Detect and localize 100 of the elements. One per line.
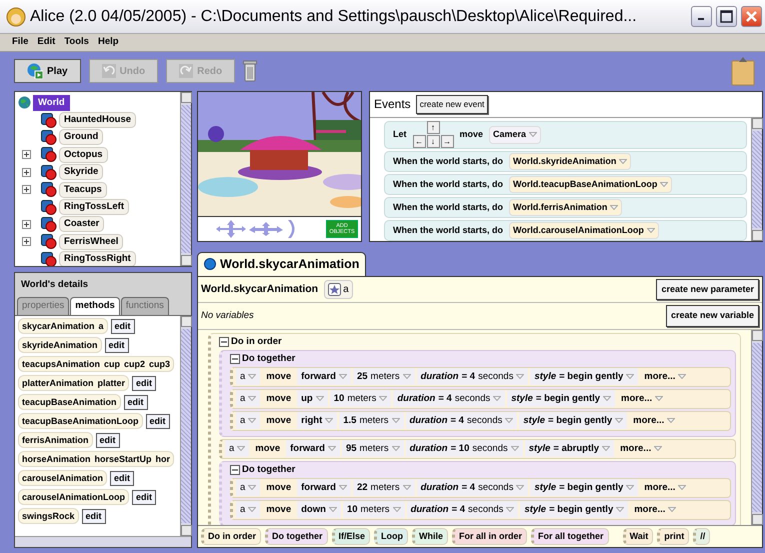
duration-dropdown[interactable]: duration = 4 seconds: [393, 390, 506, 408]
collapse-icon[interactable]: [230, 465, 240, 476]
event-row[interactable]: When the world starts, do World.skyrideAnimation: [384, 151, 747, 172]
arrow-key[interactable]: ↑: [426, 121, 440, 134]
arrow-key[interactable]: ←: [412, 135, 426, 148]
tree-item[interactable]: Ground: [59, 129, 104, 146]
expand-icon[interactable]: [22, 185, 31, 194]
method-dropdown[interactable]: World.carouselAnimationLoop: [509, 222, 659, 240]
edit-button[interactable]: edit: [124, 394, 148, 410]
parameter-tile[interactable]: a: [324, 280, 353, 299]
method-dropdown[interactable]: World.teacupBaseAnimationLoop: [509, 176, 672, 194]
edit-button[interactable]: edit: [132, 490, 156, 504]
direction-dropdown[interactable]: forward: [297, 479, 351, 496]
method-dropdown[interactable]: World.skyrideAnimation: [509, 152, 632, 170]
duration-dropdown[interactable]: duration = 4 seconds: [406, 501, 518, 518]
method-tile[interactable]: skycarAnimation a: [18, 318, 108, 334]
tree-item[interactable]: FerrisWheel: [59, 234, 124, 250]
menu-item[interactable]: Tools: [64, 35, 89, 50]
trash-icon[interactable]: [243, 60, 258, 82]
move-statement[interactable]: a move up 10 meters duration = 4 seconds style = begin gently more...: [230, 388, 731, 409]
tree-item[interactable]: RingTossRight: [59, 251, 136, 266]
event-row[interactable]: When the world starts, do World.carouselAnimationLoop: [384, 220, 747, 241]
method-tile[interactable]: teacupBaseAnimation: [18, 394, 121, 410]
style-dropdown[interactable]: style = begin gently: [507, 390, 616, 408]
event-row[interactable]: Let ↑ ← ↓ → move Camera: [384, 120, 747, 149]
direction-dropdown[interactable]: forward: [297, 368, 351, 386]
more-dropdown[interactable]: more...: [616, 440, 666, 458]
palette-tile[interactable]: If/Else: [332, 528, 370, 546]
event-row[interactable]: When the world starts, do World.teacupBaseAnimationLoop: [384, 174, 747, 195]
event-row[interactable]: When the world starts, do World.ferrisAnimation: [384, 197, 747, 218]
four-way-arrow-icon[interactable]: [216, 219, 246, 239]
method-tile[interactable]: carouselAnimationLoop: [18, 489, 130, 505]
object-dropdown[interactable]: a: [236, 390, 260, 408]
palette-tile[interactable]: Wait: [622, 528, 654, 546]
style-dropdown[interactable]: style = begin gently: [530, 479, 638, 496]
collapse-icon[interactable]: [230, 354, 240, 364]
style-dropdown[interactable]: style = abruptly: [524, 440, 614, 458]
toolbar-button[interactable]: Play: [14, 59, 81, 83]
code-block[interactable]: Do together a move forward 22 meters duration = 4 seconds style = begin gently more... a move down 10 meters duration = 4 seconds style = begin gently more...: [219, 460, 736, 525]
four-way-arrow-icon[interactable]: [249, 221, 283, 237]
create-event-button[interactable]: create new event: [416, 95, 488, 114]
amount-dropdown[interactable]: 1.5 meters: [339, 412, 404, 430]
method-tile[interactable]: carouselAnimation: [18, 470, 108, 486]
method-tile[interactable]: teacupBaseAnimationLoop: [18, 413, 143, 429]
tree-item[interactable]: World: [33, 94, 70, 111]
tab[interactable]: methods: [70, 297, 120, 314]
editor-tab[interactable]: World.skycarAnimation: [197, 252, 366, 276]
maximize-button[interactable]: [716, 6, 737, 27]
object-dropdown[interactable]: Camera: [489, 126, 542, 144]
vertical-scrollbar[interactable]: [180, 92, 191, 266]
more-dropdown[interactable]: more...: [640, 479, 690, 496]
edit-button[interactable]: edit: [96, 432, 120, 448]
palette-tile[interactable]: Do together: [265, 528, 328, 546]
object-dropdown[interactable]: a: [236, 368, 260, 386]
edit-button[interactable]: edit: [110, 470, 134, 486]
object-dropdown[interactable]: a: [236, 412, 260, 430]
minimize-button[interactable]: [691, 6, 712, 27]
tree-item[interactable]: RingTossLeft: [59, 199, 129, 216]
move-statement[interactable]: a move forward 25 meters duration = 4 seconds style = begin gently more...: [230, 366, 731, 387]
duration-dropdown[interactable]: duration = 4 seconds: [406, 412, 518, 430]
tree-item[interactable]: Octopus: [59, 146, 108, 163]
method-tile[interactable]: swingsRock: [18, 508, 79, 524]
edit-button[interactable]: edit: [110, 318, 135, 334]
horizontal-scrollbar[interactable]: [15, 536, 191, 547]
amount-dropdown[interactable]: 10 meters: [330, 390, 392, 408]
collapse-icon[interactable]: [219, 337, 229, 348]
object-dropdown[interactable]: a: [236, 501, 260, 518]
arrow-key[interactable]: →: [440, 135, 454, 148]
duration-dropdown[interactable]: duration = 4 seconds: [416, 479, 528, 496]
vertical-scrollbar[interactable]: [180, 316, 191, 536]
create-variable-button[interactable]: create new variable: [666, 305, 759, 327]
direction-dropdown[interactable]: right: [297, 412, 338, 430]
clipboard-icon[interactable]: [731, 56, 755, 86]
tree-item[interactable]: Coaster: [59, 216, 104, 232]
method-tile[interactable]: horseAnimation horseStartUp hor: [18, 451, 174, 467]
close-button[interactable]: [741, 6, 762, 27]
menu-item[interactable]: File: [12, 35, 28, 50]
tree-item[interactable]: Skyride: [59, 164, 104, 180]
more-dropdown[interactable]: more...: [629, 412, 680, 430]
code-block[interactable]: [208, 332, 741, 525]
style-dropdown[interactable]: style = begin gently: [530, 368, 638, 386]
amount-dropdown[interactable]: 25 meters: [352, 368, 415, 386]
edit-button[interactable]: edit: [146, 414, 170, 428]
method-tile[interactable]: teacupsAnimation cup cup2 cup3: [18, 356, 174, 372]
vertical-scrollbar[interactable]: [751, 118, 762, 241]
style-dropdown[interactable]: style = begin gently: [520, 501, 628, 518]
duration-dropdown[interactable]: duration = 4 seconds: [416, 368, 528, 386]
vertical-scrollbar[interactable]: [751, 330, 762, 525]
arrow-key[interactable]: ↓: [426, 135, 440, 148]
edit-button[interactable]: edit: [82, 508, 106, 524]
move-statement[interactable]: a move down 10 meters duration = 4 seconds style = begin gently more...: [230, 500, 731, 520]
amount-dropdown[interactable]: 95 meters: [342, 440, 404, 458]
direction-dropdown[interactable]: up: [297, 390, 328, 408]
more-dropdown[interactable]: more...: [640, 368, 690, 386]
palette-tile[interactable]: Loop: [374, 528, 408, 546]
direction-dropdown[interactable]: down: [297, 501, 341, 518]
rotate-arrow-icon[interactable]: [286, 219, 296, 239]
code-block[interactable]: [219, 350, 736, 437]
expand-icon[interactable]: [22, 220, 31, 229]
move-statement[interactable]: a move right 1.5 meters duration = 4 seconds style = begin gently more...: [230, 410, 731, 431]
